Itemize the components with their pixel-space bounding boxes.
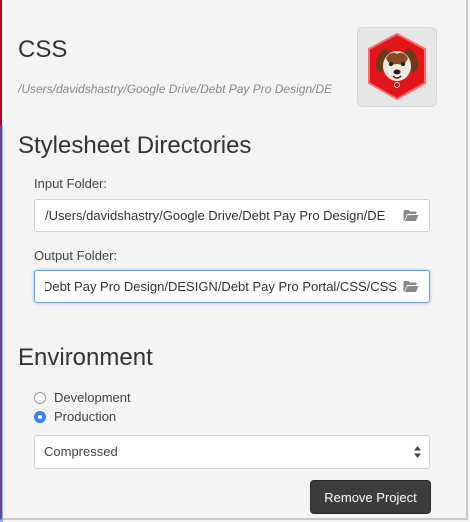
output-folder-value[interactable]: Debt Pay Pro Design/DESIGN/Debt Pay Pro …	[45, 271, 397, 302]
input-folder-label: Input Folder:	[34, 176, 107, 191]
project-path: /Users/davidshastry/Google Drive/Debt Pa…	[18, 82, 333, 96]
output-style-select[interactable]: Compressed	[34, 435, 430, 469]
folder-open-icon[interactable]	[403, 280, 419, 293]
radio-development-button[interactable]	[34, 392, 46, 404]
project-title: CSS	[18, 36, 68, 63]
stylesheet-section-title: Stylesheet Directories	[18, 132, 252, 159]
dog-hexagon-logo-icon	[368, 32, 426, 101]
output-folder-field[interactable]: Debt Pay Pro Design/DESIGN/Debt Pay Pro …	[34, 270, 430, 303]
left-accent-bar	[0, 125, 3, 522]
select-updown-icon	[414, 446, 421, 458]
radio-production-label[interactable]: Production	[54, 409, 116, 425]
output-style-value: Compressed	[44, 444, 118, 459]
output-folder-label: Output Folder:	[34, 248, 118, 263]
input-folder-field[interactable]: /Users/davidshastry/Google Drive/Debt Pa…	[34, 199, 430, 232]
folder-open-icon[interactable]	[403, 209, 419, 222]
environment-section-title: Environment	[18, 344, 153, 371]
remove-project-button[interactable]: Remove Project	[310, 480, 431, 514]
radio-development-label[interactable]: Development	[54, 390, 131, 406]
radio-production-button[interactable]	[34, 411, 46, 423]
project-logo[interactable]	[357, 27, 437, 107]
input-folder-value[interactable]: /Users/davidshastry/Google Drive/Debt Pa…	[45, 200, 397, 231]
